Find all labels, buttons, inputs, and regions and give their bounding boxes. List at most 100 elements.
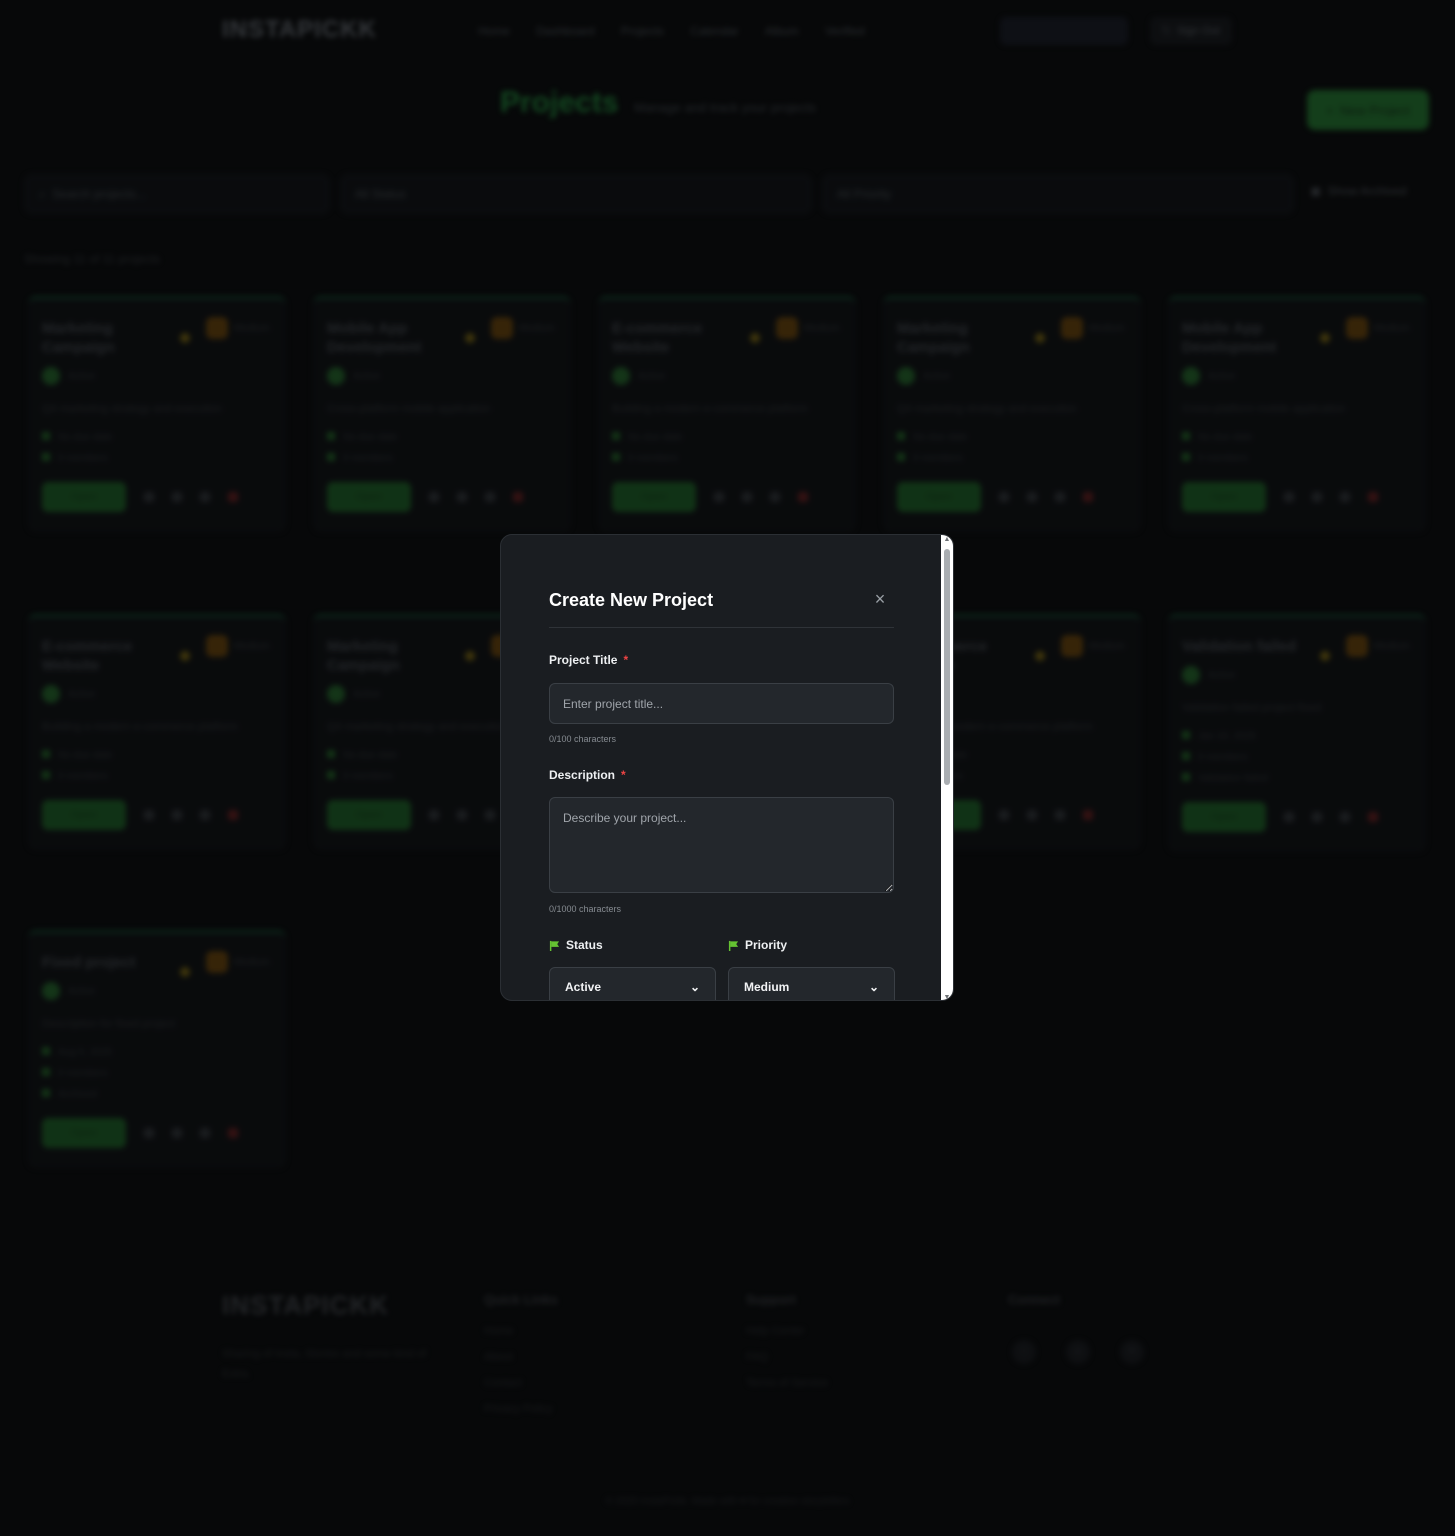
edit-icon[interactable]: [1027, 810, 1037, 820]
footer-link-help[interactable]: Help Center: [746, 1325, 828, 1337]
edit-icon[interactable]: [457, 492, 467, 502]
project-title-input[interactable]: [549, 683, 894, 724]
edit-icon[interactable]: [742, 492, 752, 502]
nav-link-projects[interactable]: Projects: [621, 24, 664, 38]
star-icon[interactable]: [1320, 651, 1330, 661]
delete-icon[interactable]: [798, 492, 808, 502]
project-card[interactable]: Validation failed Medium Active Validation …: [1168, 614, 1426, 852]
project-card[interactable]: Marketing Campaign Medium Active Q4 marketi…: [883, 296, 1141, 532]
show-archived-toggle[interactable]: ▣ Show Archived: [1310, 184, 1407, 198]
star-icon[interactable]: [1035, 333, 1045, 343]
pin-icon[interactable]: [429, 810, 439, 820]
modal-scrollbar[interactable]: ▲ ▼: [941, 535, 953, 1000]
pin-icon[interactable]: [999, 810, 1009, 820]
project-card[interactable]: Mobile App Development Medium Active Cross-…: [1168, 296, 1426, 532]
open-button[interactable]: Open: [42, 1118, 126, 1148]
edit-icon[interactable]: [172, 492, 182, 502]
project-card[interactable]: Fixed project Medium Active Description for…: [28, 930, 286, 1168]
archive-icon[interactable]: [200, 810, 210, 820]
delete-icon[interactable]: [1368, 812, 1378, 822]
pin-icon[interactable]: [1284, 812, 1294, 822]
footer-link-about[interactable]: About: [484, 1351, 558, 1363]
delete-icon[interactable]: [1083, 492, 1093, 502]
footer-link-contact[interactable]: Contact: [484, 1377, 558, 1389]
mail-icon[interactable]: ✉: [1120, 1340, 1144, 1364]
new-project-button[interactable]: + New Project: [1307, 90, 1429, 130]
status-filter-select[interactable]: All Status: [340, 174, 812, 214]
twitter-icon[interactable]: t: [1012, 1340, 1036, 1364]
open-button[interactable]: Open: [897, 482, 981, 512]
open-button[interactable]: Open: [42, 482, 126, 512]
pin-icon[interactable]: [429, 492, 439, 502]
archive-icon[interactable]: [1055, 810, 1065, 820]
delete-icon[interactable]: [228, 492, 238, 502]
nav-link-home[interactable]: Home: [478, 24, 510, 38]
nav-link-verified[interactable]: Verified: [825, 24, 865, 38]
star-icon[interactable]: [1035, 651, 1045, 661]
edit-icon[interactable]: [1312, 492, 1322, 502]
instagram-icon[interactable]: ◎: [1066, 1340, 1090, 1364]
delete-icon[interactable]: [228, 1128, 238, 1138]
edit-icon[interactable]: [457, 810, 467, 820]
description-textarea[interactable]: [549, 797, 894, 893]
star-icon[interactable]: [1320, 333, 1330, 343]
pin-icon[interactable]: [144, 810, 154, 820]
pin-icon[interactable]: [714, 492, 724, 502]
footer-link-privacy[interactable]: Privacy Policy: [484, 1403, 558, 1415]
archive-icon[interactable]: [1340, 492, 1350, 502]
project-card[interactable]: E-commerce Website Medium Active Building a…: [598, 296, 856, 532]
edit-icon[interactable]: [1027, 492, 1037, 502]
nav-search-box[interactable]: [1000, 17, 1128, 45]
star-icon[interactable]: [750, 333, 760, 343]
footer-link-terms[interactable]: Terms of Service: [746, 1377, 828, 1389]
scroll-up-arrow-icon[interactable]: ▲: [943, 536, 951, 543]
nav-links: Home Dashboard Projects Calendar Album V…: [478, 24, 865, 38]
archive-icon[interactable]: [770, 492, 780, 502]
archive-icon[interactable]: [485, 810, 495, 820]
footer-link-faq[interactable]: FAQ: [746, 1351, 828, 1363]
star-icon[interactable]: [180, 333, 190, 343]
scroll-thumb[interactable]: [944, 549, 950, 785]
archive-icon[interactable]: [1055, 492, 1065, 502]
close-icon[interactable]: ×: [871, 590, 889, 608]
archive-icon[interactable]: [1340, 812, 1350, 822]
open-button[interactable]: Open: [612, 482, 696, 512]
delete-icon[interactable]: [1368, 492, 1378, 502]
pin-icon[interactable]: [999, 492, 1009, 502]
nav-link-calendar[interactable]: Calendar: [690, 24, 739, 38]
edit-icon[interactable]: [1312, 812, 1322, 822]
delete-icon[interactable]: [1083, 810, 1093, 820]
pin-icon[interactable]: [144, 1128, 154, 1138]
edit-icon[interactable]: [172, 1128, 182, 1138]
project-card[interactable]: Marketing Campaign Medium Active Q4 marketi…: [28, 296, 286, 532]
star-icon[interactable]: [180, 967, 190, 977]
archive-icon[interactable]: [485, 492, 495, 502]
priority-filter-select[interactable]: All Priority: [822, 174, 1294, 214]
star-icon[interactable]: [465, 651, 475, 661]
archive-icon[interactable]: [200, 1128, 210, 1138]
priority-select[interactable]: Medium ⌄: [728, 967, 895, 1000]
project-search-input[interactable]: ⌕ Search projects...: [24, 174, 330, 214]
status-select[interactable]: Active ⌄: [549, 967, 716, 1000]
nav-link-dashboard[interactable]: Dashboard: [536, 24, 595, 38]
open-button[interactable]: Open: [42, 800, 126, 830]
scroll-down-arrow-icon[interactable]: ▼: [943, 994, 951, 1000]
pin-icon[interactable]: [1284, 492, 1294, 502]
brand-logo[interactable]: INSTAPICKK: [222, 16, 377, 44]
open-button[interactable]: Open: [1182, 482, 1266, 512]
open-button[interactable]: Open: [327, 482, 411, 512]
edit-icon[interactable]: [172, 810, 182, 820]
star-icon[interactable]: [180, 651, 190, 661]
delete-icon[interactable]: [513, 492, 523, 502]
open-button[interactable]: Open: [1182, 802, 1266, 832]
nav-link-album[interactable]: Album: [765, 24, 799, 38]
footer-link-home[interactable]: Home: [484, 1325, 558, 1337]
sign-out-button[interactable]: ⎋ Sign Out: [1150, 17, 1232, 45]
open-button[interactable]: Open: [327, 800, 411, 830]
archive-icon[interactable]: [200, 492, 210, 502]
delete-icon[interactable]: [228, 810, 238, 820]
pin-icon[interactable]: [144, 492, 154, 502]
star-icon[interactable]: [465, 333, 475, 343]
project-card[interactable]: Mobile App Development Medium Active Cross-…: [313, 296, 571, 532]
project-card[interactable]: E-commerce Website Medium Active Building a…: [28, 614, 286, 850]
